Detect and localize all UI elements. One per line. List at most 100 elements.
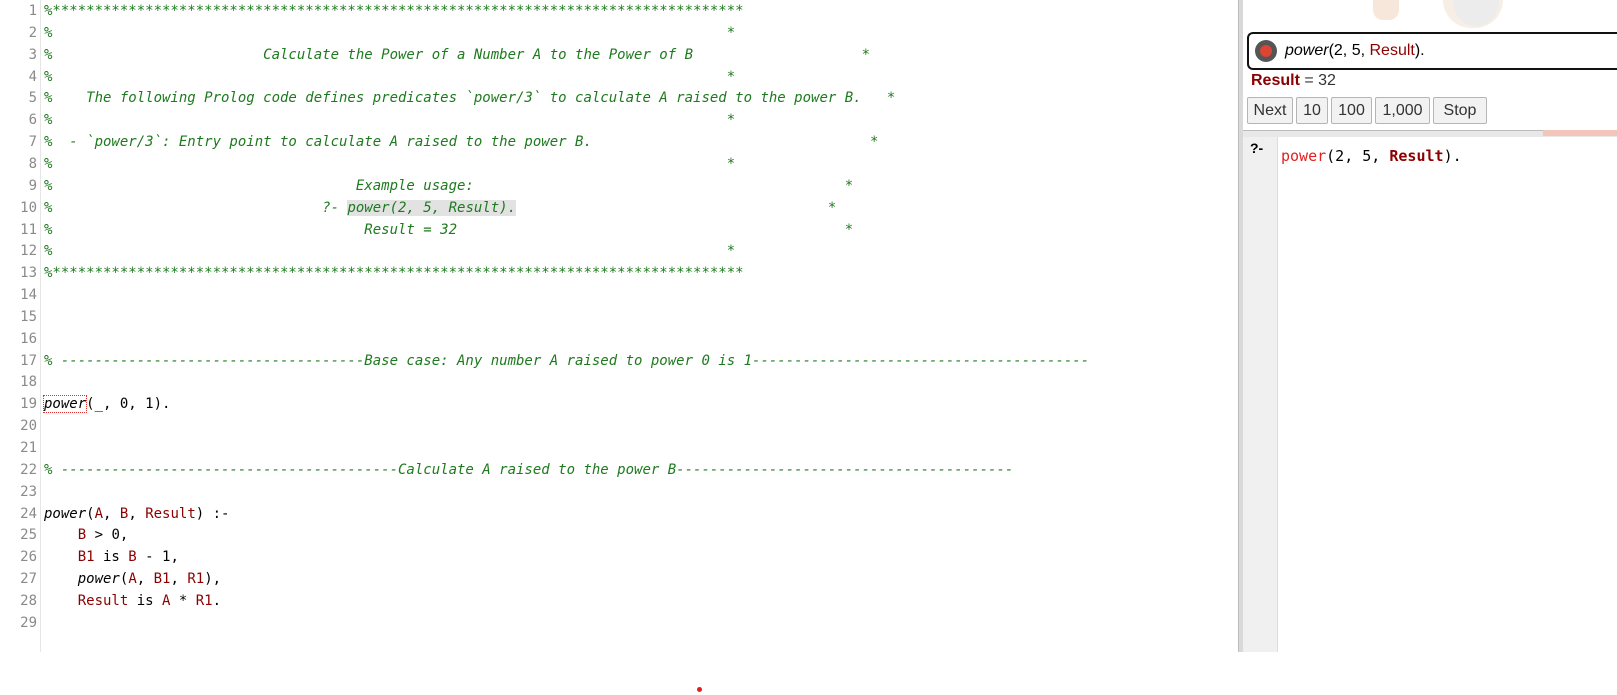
editor-line[interactable]: 9 % Example usage: * (0, 175, 1238, 198)
code-token: % * (44, 155, 736, 172)
editor-line[interactable]: 23 (0, 481, 1238, 504)
prompt-variable: Result (1389, 147, 1444, 165)
line-code: B1 is B - 1, (44, 546, 179, 569)
cursor-dot (697, 687, 702, 692)
editor-line[interactable]: 4 % * (0, 66, 1238, 89)
code-editor[interactable]: 1 %**************************************… (0, 0, 1238, 652)
code-token: , (103, 505, 120, 522)
code-token: % ?- (44, 199, 348, 216)
editor-line[interactable]: 1 %**************************************… (0, 0, 1238, 23)
editor-line[interactable]: 8 % * (0, 153, 1238, 176)
editor-line[interactable]: 21 (0, 437, 1238, 460)
prompt-close: ). (1443, 147, 1462, 165)
line-code: % * (44, 240, 735, 263)
line-number: 7 (28, 134, 37, 151)
editor-line[interactable]: 10 % ?- power(2, 5, Result). * (0, 197, 1238, 220)
line-number: 3 (28, 46, 37, 63)
editor-line[interactable]: 16 (0, 328, 1238, 351)
editor-line[interactable]: 24 power(A, B, Result) :- (0, 503, 1238, 526)
code-token: Result (145, 505, 196, 522)
editor-line[interactable]: 29 (0, 612, 1238, 635)
code-token: , (136, 571, 154, 588)
line-code: % ------------------------------------Ba… (44, 350, 1089, 373)
line-number: 12 (20, 243, 37, 260)
line-code: % * (44, 109, 735, 132)
code-token: ) :- (195, 505, 230, 522)
editor-line[interactable]: 18 (0, 371, 1238, 394)
query-editor[interactable]: ?- power(2, 5, Result). (1243, 137, 1617, 652)
editor-line[interactable]: 22 % ------------------------------------… (0, 459, 1238, 482)
line-code: % The following Prolog code defines pred… (44, 87, 895, 110)
editor-line[interactable]: 2 % * (0, 22, 1238, 45)
code-token: % The following Prolog code defines pred… (44, 90, 896, 107)
editor-line[interactable]: 11 % Result = 32 * (0, 219, 1238, 242)
gear-icon[interactable] (1255, 40, 1277, 62)
code-token: > 0, (86, 527, 129, 544)
line-number: 2 (28, 24, 37, 41)
answer-query-variable: Result (1369, 42, 1415, 59)
stop-button[interactable]: Stop (1433, 97, 1487, 124)
line-number: 27 (20, 571, 37, 588)
editor-line[interactable]: 28 Result is A * R1. (0, 590, 1238, 613)
line-code: Result is A * R1. (44, 590, 221, 613)
code-token: , (170, 571, 188, 588)
editor-line[interactable]: 7 % - `power/3`: Entry point to calculate… (0, 131, 1238, 154)
prompt-query-input[interactable]: power(2, 5, Result). (1281, 147, 1462, 165)
editor-line[interactable]: 12 % * (0, 240, 1238, 263)
code-token: % * (44, 24, 736, 41)
editor-line[interactable]: 13 %*************************************… (0, 262, 1238, 285)
editor-line[interactable]: 15 (0, 306, 1238, 329)
line-number: 5 (28, 90, 37, 107)
line-code: %***************************************… (44, 0, 744, 23)
line-code: % Result = 32 * (44, 219, 853, 242)
line-number: 8 (28, 155, 37, 172)
code-token: A (128, 571, 137, 588)
code-token: power (42, 395, 88, 414)
code-token: B1 (153, 571, 171, 588)
line-number: 18 (20, 374, 37, 391)
editor-line[interactable]: 6 % * (0, 109, 1238, 132)
code-token: B (128, 549, 137, 566)
line-number: 14 (20, 287, 37, 304)
code-token: % * (44, 243, 736, 260)
line-code: %***************************************… (44, 262, 744, 285)
code-token: % --------------------------------------… (44, 461, 1014, 478)
code-token: ), (204, 571, 222, 588)
editor-line[interactable]: 17 % ------------------------------------… (0, 350, 1238, 373)
code-token: (_, 0, 1). (86, 396, 171, 413)
next-button[interactable]: Next (1247, 97, 1293, 124)
editor-line[interactable]: 25 B > 0, (0, 524, 1238, 547)
code-token: % - `power/3`: Entry point to calculate … (44, 134, 879, 151)
line-number: 23 (20, 483, 37, 500)
next-10-button[interactable]: 10 (1296, 97, 1328, 124)
line-number: 13 (20, 265, 37, 282)
next-1000-button[interactable]: 1,000 (1375, 97, 1430, 124)
code-token: R1 (187, 571, 205, 588)
line-code: power(A, B, Result) :- (44, 503, 229, 526)
line-number: 29 (20, 614, 37, 631)
line-number: 15 (20, 308, 37, 325)
line-number: 6 (28, 112, 37, 129)
code-token: A (94, 505, 104, 522)
line-number: 17 (20, 352, 37, 369)
answer-query-box[interactable]: power(2, 5, Result). (1247, 32, 1617, 70)
code-token: power(2, 5, Result). (347, 199, 517, 216)
line-code: B > 0, (44, 524, 129, 547)
editor-line[interactable]: 20 (0, 415, 1238, 438)
line-code: % * (44, 66, 735, 89)
code-token: is (128, 592, 163, 609)
editor-line[interactable]: 19 power(_, 0, 1). (0, 393, 1238, 416)
code-token: power (44, 505, 87, 522)
next-100-button[interactable]: 100 (1331, 97, 1372, 124)
line-code: % ?- power(2, 5, Result). * (44, 197, 836, 220)
prompt-args: (2, 5, (1326, 147, 1390, 165)
editor-line[interactable]: 27 power(A, B1, R1), (0, 568, 1238, 591)
editor-line[interactable]: 14 (0, 284, 1238, 307)
line-number: 22 (20, 461, 37, 478)
line-number: 28 (20, 592, 37, 609)
editor-line[interactable]: 5 % The following Prolog code defines pre… (0, 87, 1238, 110)
answer-query-args: (2, 5, (1328, 42, 1370, 59)
editor-line[interactable]: 3 % Calculate the Power of a Number A to … (0, 44, 1238, 67)
editor-line[interactable]: 26 B1 is B - 1, (0, 546, 1238, 569)
